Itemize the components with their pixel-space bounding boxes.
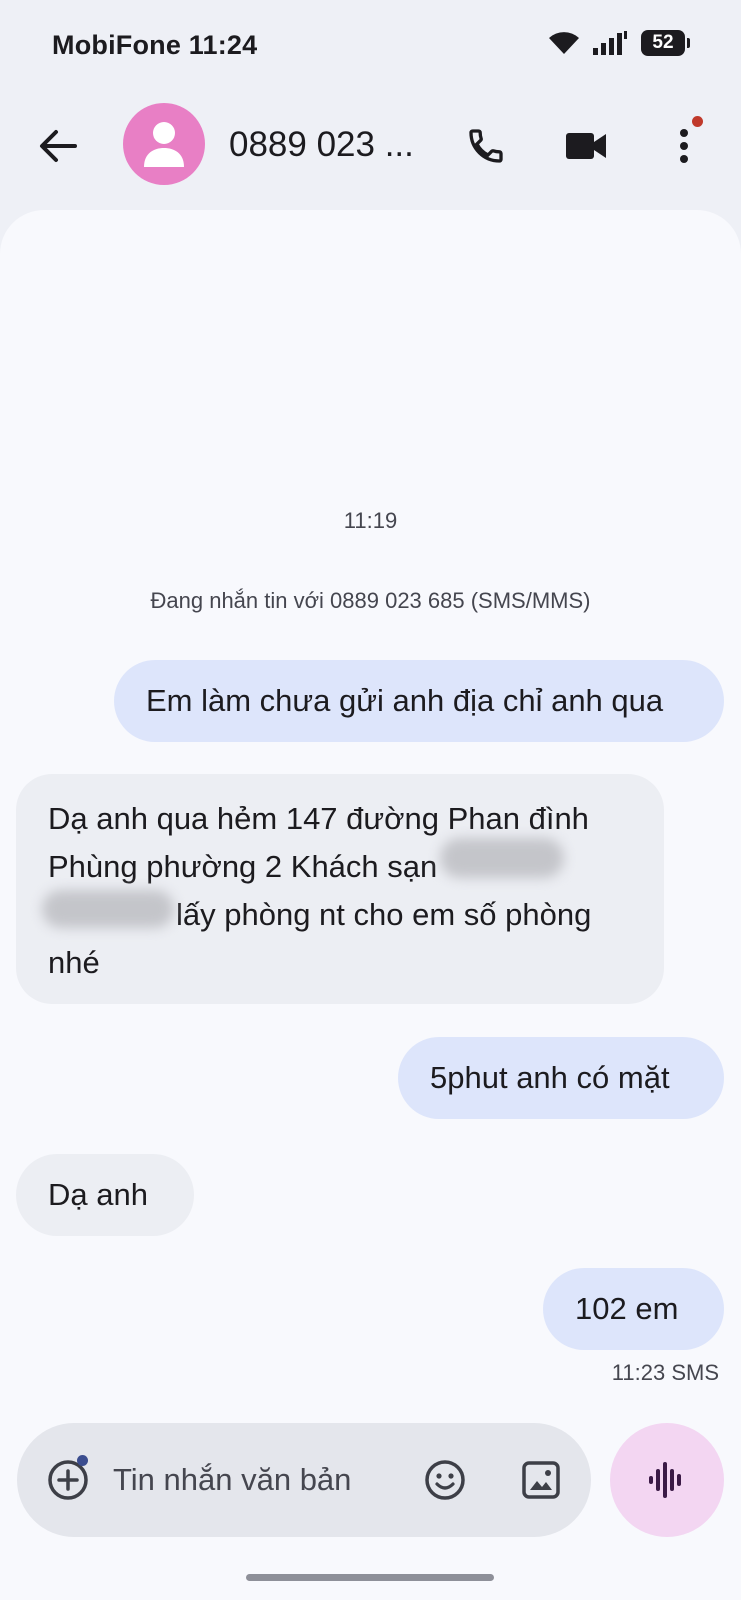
contact-avatar[interactable]: [123, 103, 205, 185]
conversation-info: Đang nhắn tin với 0889 023 685 (SMS/MMS): [150, 588, 591, 613]
message-text: Em làm chưa gửi anh địa chỉ anh qua: [146, 683, 664, 718]
message-timestamp: 11:19: [343, 508, 398, 533]
phone-icon: [469, 129, 503, 163]
emoji-button[interactable]: [418, 1453, 472, 1507]
emoji-icon: [425, 1460, 465, 1500]
message-text: Dạ anh: [48, 1177, 148, 1212]
back-arrow-icon: [40, 130, 77, 162]
redacted-blur: [440, 838, 564, 878]
carrier-and-time: MobiFone 11:24: [52, 30, 257, 61]
status-icons: 52: [547, 30, 690, 56]
message-input[interactable]: [113, 1453, 403, 1507]
battery-icon: 52: [641, 30, 690, 56]
message-line: nhé: [48, 945, 100, 980]
contact-name[interactable]: 0889 023 ...: [229, 125, 414, 165]
battery-level: 52: [652, 32, 674, 53]
voice-waveform-icon: [649, 1462, 681, 1498]
carrier-name: MobiFone: [52, 30, 182, 60]
more-options-button[interactable]: [656, 118, 712, 174]
status-time: 11:24: [188, 30, 258, 60]
message-text: 102 em: [575, 1291, 679, 1326]
contact-avatar-icon: [144, 122, 184, 167]
outgoing-message[interactable]: 102 em: [543, 1268, 724, 1350]
video-call-button[interactable]: [556, 118, 616, 174]
message-composer: [17, 1423, 591, 1537]
message-list[interactable]: 11:19 Đang nhắn tin với 0889 023 685 (SM…: [0, 210, 741, 1600]
attach-badge-dot: [77, 1455, 88, 1466]
wifi-icon: [547, 30, 581, 56]
message-status: 11:23 SMS: [611, 1360, 719, 1385]
call-button[interactable]: [458, 118, 514, 174]
signal-icon: [593, 31, 629, 55]
conversation-header: 0889 023 ...: [0, 92, 741, 204]
status-bar: MobiFone 11:24 52: [0, 0, 741, 92]
more-vert-icon: [680, 129, 688, 163]
home-indicator[interactable]: [246, 1574, 494, 1581]
notification-dot: [692, 116, 703, 127]
outgoing-message[interactable]: 5phut anh có mặt: [398, 1037, 724, 1119]
back-button[interactable]: [30, 118, 86, 174]
gallery-icon: [522, 1461, 560, 1499]
message-text: 5phut anh có mặt: [430, 1060, 670, 1095]
outgoing-message[interactable]: Em làm chưa gửi anh địa chỉ anh qua: [114, 660, 724, 742]
voice-message-button[interactable]: [610, 1423, 724, 1537]
message-line: Dạ anh qua hẻm 147 đường Phan đình: [48, 801, 589, 836]
incoming-message[interactable]: Dạ anh: [16, 1154, 194, 1236]
gallery-button[interactable]: [514, 1453, 568, 1507]
redacted-blur: [42, 890, 174, 928]
incoming-message[interactable]: Dạ anh qua hẻm 147 đường Phan đình Phùng…: [16, 774, 664, 1004]
video-camera-icon: [566, 133, 606, 159]
